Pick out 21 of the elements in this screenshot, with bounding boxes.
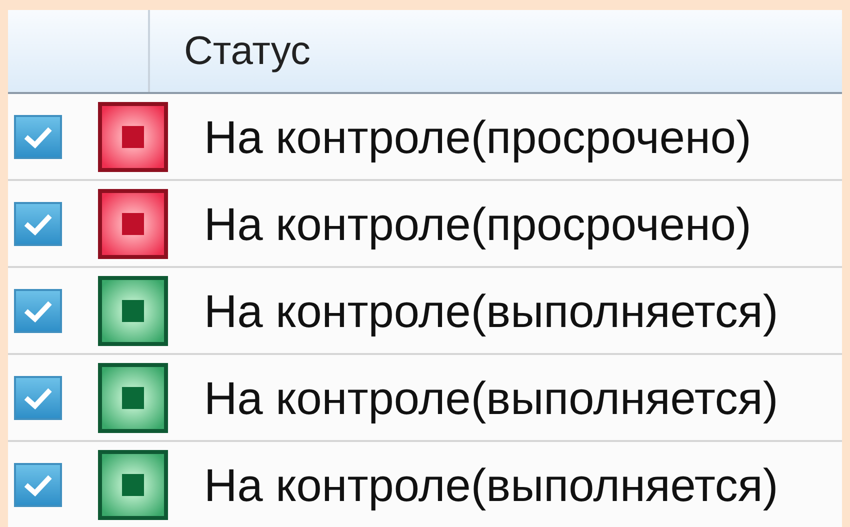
status-text: На контроле(выполняется)	[204, 284, 778, 338]
checkbox[interactable]	[14, 376, 62, 420]
check-icon	[23, 472, 53, 496]
column-header[interactable]: Статус	[184, 28, 310, 74]
table-row[interactable]: На контроле(выполняется)	[8, 268, 842, 355]
status-text: На контроле(выполняется)	[204, 370, 778, 424]
check-icon	[23, 124, 53, 148]
check-icon	[23, 212, 53, 236]
checkbox[interactable]	[14, 462, 62, 506]
checkbox[interactable]	[14, 288, 62, 332]
status-text: На контроле(просрочено)	[204, 110, 752, 164]
checkbox[interactable]	[14, 114, 62, 158]
check-icon	[23, 386, 53, 410]
checkbox[interactable]	[14, 202, 62, 246]
table-row[interactable]: На контроле(выполняется)	[8, 442, 842, 527]
table-row[interactable]: На контроле(просрочено)	[8, 94, 842, 181]
table-row[interactable]: На контроле(просрочено)	[8, 181, 842, 268]
status-text: На контроле(выполняется)	[204, 458, 778, 512]
table-row[interactable]: На контроле(выполняется)	[8, 355, 842, 442]
check-icon	[23, 298, 53, 322]
status-text: На контроле(просрочено)	[204, 196, 752, 250]
